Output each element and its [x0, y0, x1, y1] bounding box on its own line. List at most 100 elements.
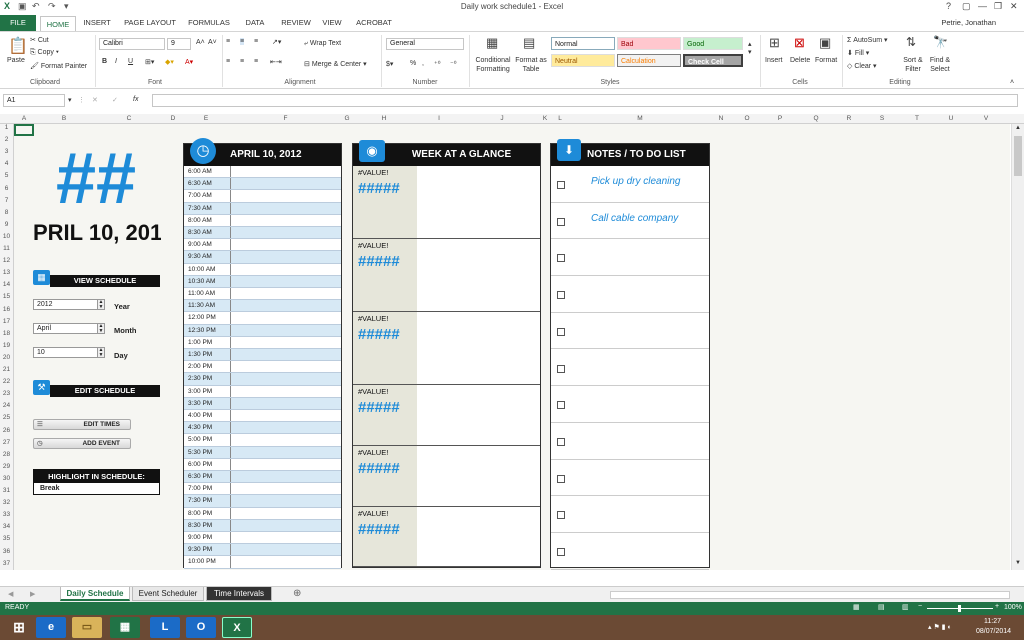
time-slot-cell[interactable] — [230, 288, 341, 300]
row-header[interactable]: 21 — [0, 366, 13, 373]
zoom-level[interactable]: 100% — [1004, 604, 1022, 611]
row-header[interactable]: 22 — [0, 378, 13, 385]
time-slot-cell[interactable] — [230, 239, 341, 251]
style-normal[interactable]: Normal — [551, 37, 615, 50]
vertical-scrollbar[interactable]: ▲ ▼ — [1011, 124, 1024, 570]
number-format-select[interactable]: General — [386, 38, 464, 50]
sheet-tab-daily-schedule[interactable]: Daily Schedule — [60, 587, 130, 601]
row-header[interactable]: 18 — [0, 330, 13, 337]
percent-button[interactable]: % — [410, 60, 416, 67]
tab-data[interactable]: DATA — [240, 15, 270, 31]
time-slot-cell[interactable] — [230, 507, 341, 519]
note-checkbox[interactable] — [557, 217, 565, 226]
row-header[interactable]: 20 — [0, 354, 13, 361]
row-header[interactable]: 11 — [0, 245, 13, 252]
user-name[interactable]: Petrie, Jonathan — [941, 18, 996, 27]
merge-center-button[interactable]: ⊟ Merge & Center ▾ — [304, 60, 367, 68]
tab-view[interactable]: VIEW — [318, 15, 346, 31]
column-header[interactable]: M — [570, 114, 710, 124]
find-select-icon[interactable]: 🔭 — [933, 35, 948, 49]
indent-icon[interactable]: ⇤⇥ — [270, 58, 282, 66]
row-header[interactable]: 14 — [0, 281, 13, 288]
column-header[interactable]: R — [834, 114, 864, 124]
style-calculation[interactable]: Calculation — [617, 54, 681, 67]
row-header[interactable]: 33 — [0, 511, 13, 518]
column-header[interactable]: B — [33, 114, 95, 124]
year-spinner[interactable]: 2012 — [33, 299, 105, 310]
sheet-tab-time-intervals[interactable]: Time Intervals — [206, 587, 272, 601]
name-box-drop-icon[interactable]: ▾ — [68, 96, 72, 104]
time-slot-cell[interactable] — [230, 349, 341, 361]
tab-acrobat[interactable]: ACROBAT — [354, 15, 394, 31]
styles-scroll-icon[interactable]: ▴ ▾ — [748, 40, 752, 56]
note-checkbox[interactable] — [557, 291, 565, 300]
tab-formulas[interactable]: FORMULAS — [186, 15, 232, 31]
enter-icon[interactable]: ✓ — [112, 96, 118, 104]
tray-icons[interactable]: ▴ ⚑ ▮ ◐ — [928, 623, 952, 631]
delete-cells-icon[interactable]: ⊠ — [794, 35, 805, 51]
row-header[interactable]: 10 — [0, 233, 13, 240]
clock-date[interactable]: 08/07/2014 — [976, 628, 1011, 635]
note-checkbox[interactable] — [557, 474, 565, 483]
time-slot-cell[interactable] — [230, 263, 341, 275]
week-day-block[interactable]: #VALUE! ##### — [353, 166, 540, 239]
font-size-select[interactable]: 9 — [167, 38, 191, 50]
add-sheet-icon[interactable]: ⊕ — [293, 588, 301, 599]
time-slot-cell[interactable] — [230, 544, 341, 556]
conditional-formatting-icon[interactable]: ▦ — [486, 35, 498, 51]
formula-input[interactable] — [152, 94, 1018, 107]
sheet-tab-event-scheduler[interactable]: Event Scheduler — [132, 587, 204, 601]
row-header[interactable]: 27 — [0, 439, 13, 446]
page-layout-view-icon[interactable]: ▤ — [878, 603, 885, 611]
align-top-icon[interactable]: ≡ — [226, 38, 230, 45]
time-slot-cell[interactable] — [230, 227, 341, 239]
style-bad[interactable]: Bad — [617, 37, 681, 50]
time-slot-cell[interactable] — [230, 519, 341, 531]
autosum-button[interactable]: Σ AutoSum ▾ — [847, 36, 888, 44]
internet-explorer-icon[interactable]: e — [36, 617, 66, 638]
comma-icon[interactable]: , — [422, 60, 424, 67]
column-header[interactable]: S — [864, 114, 900, 124]
active-cell[interactable] — [14, 124, 34, 136]
note-checkbox[interactable] — [557, 327, 565, 336]
column-header[interactable]: H — [352, 114, 416, 124]
tab-review[interactable]: REVIEW — [278, 15, 314, 31]
row-header[interactable]: 8 — [0, 209, 13, 216]
column-header[interactable]: N — [710, 114, 732, 124]
week-day-block[interactable]: #VALUE! ##### — [353, 385, 540, 446]
windows-start-icon[interactable]: ⊞ — [4, 617, 34, 638]
add-event-button[interactable]: ◷ ADD EVENT — [33, 438, 131, 449]
note-text[interactable]: Call cable company — [591, 213, 678, 224]
column-header[interactable]: A — [16, 114, 32, 124]
cancel-icon[interactable]: ✕ — [92, 96, 98, 104]
clear-button[interactable]: ◇ Clear ▾ — [847, 62, 877, 70]
clock-time[interactable]: 11:27 — [984, 618, 1001, 625]
format-as-table-button[interactable]: Format as Table — [513, 56, 549, 74]
style-neutral[interactable]: Neutral — [551, 54, 615, 67]
row-header[interactable]: 1 — [0, 124, 13, 131]
row-header[interactable]: 4 — [0, 160, 13, 167]
time-slot-cell[interactable] — [230, 373, 341, 385]
format-cells-icon[interactable]: ▣ — [819, 35, 831, 51]
note-checkbox[interactable] — [557, 181, 565, 189]
time-slot-cell[interactable] — [230, 422, 341, 434]
file-explorer-icon[interactable]: ▭ — [72, 617, 102, 638]
column-header[interactable]: O — [732, 114, 762, 124]
italic-button[interactable]: I — [115, 58, 117, 65]
column-header[interactable]: K — [540, 114, 550, 124]
row-header[interactable]: 12 — [0, 257, 13, 264]
time-slot-cell[interactable] — [230, 471, 341, 483]
time-slot-cell[interactable] — [230, 190, 341, 202]
grow-font-icon[interactable]: A˄ — [196, 39, 205, 46]
note-checkbox[interactable] — [557, 437, 565, 446]
scroll-down-icon[interactable]: ▼ — [1015, 560, 1021, 566]
note-checkbox[interactable] — [557, 511, 565, 520]
tab-scroll-right-icon[interactable]: ▶ — [30, 590, 35, 598]
insert-cells-button[interactable]: Insert — [765, 57, 783, 64]
row-header[interactable]: 19 — [0, 342, 13, 349]
row-header[interactable]: 5 — [0, 172, 13, 179]
zoom-slider-thumb[interactable] — [958, 605, 961, 612]
lync-icon[interactable]: L — [150, 617, 180, 638]
conditional-formatting-button[interactable]: Conditional Formatting — [471, 56, 515, 74]
column-header[interactable]: T — [900, 114, 934, 124]
